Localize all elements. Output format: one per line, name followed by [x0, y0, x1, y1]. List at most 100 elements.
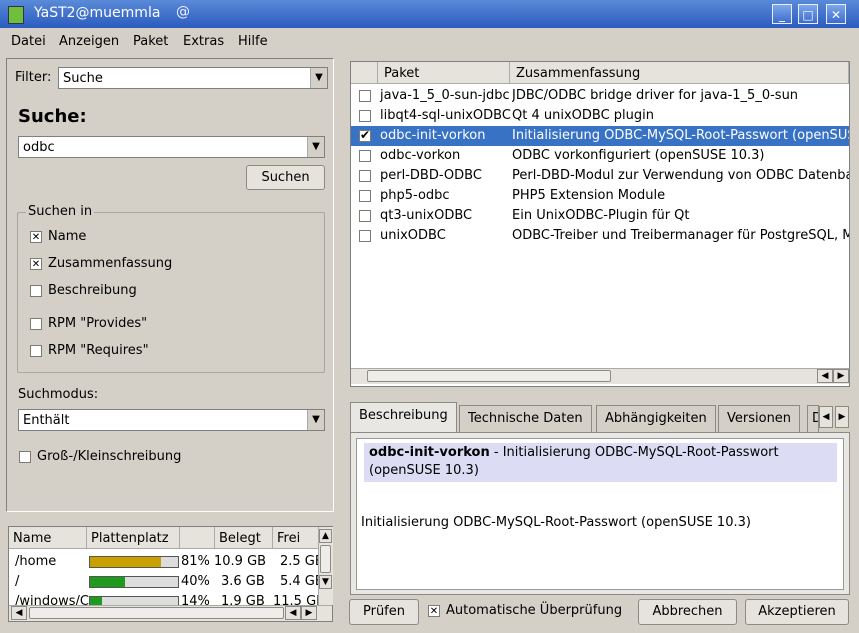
disk-header-blank — [180, 527, 215, 549]
disk-row-name: / — [15, 574, 20, 589]
package-checkbox[interactable] — [359, 150, 371, 162]
menu-paket[interactable]: Paket — [133, 34, 168, 49]
chevron-down-icon: ▼ — [307, 410, 324, 430]
checkbox-provides[interactable] — [30, 318, 42, 330]
package-summary: JDBC/ODBC bridge driver for java-1_5_0-s… — [512, 88, 799, 103]
disk-usage-bar — [89, 556, 179, 568]
scroll-up-icon[interactable]: ▲ — [319, 529, 332, 543]
package-name: java-1_5_0-sun-jdbc — [380, 88, 510, 103]
disk-scrollbar-v[interactable]: ▲ ▼ — [318, 527, 333, 605]
checkbox-description[interactable] — [30, 285, 42, 297]
scroll-left-icon[interactable]: ◀ — [11, 606, 27, 620]
package-checkbox[interactable] — [359, 110, 371, 122]
disk-header-free[interactable]: Frei — [273, 527, 319, 549]
package-row[interactable]: libqt4-sql-unixODBC Qt 4 unixODBC plugin — [351, 106, 849, 126]
menu-bar: Datei Anzeigen Paket Extras Hilfe — [0, 28, 859, 54]
auto-check-label: Automatische Überprüfung — [446, 603, 623, 618]
scroll-down-icon[interactable]: ▼ — [319, 575, 332, 589]
package-row[interactable]: php5-odbc PHP5 Extension Module — [351, 186, 849, 206]
window-title: YaST2@muemmla — [34, 5, 161, 21]
check-button[interactable]: Prüfen — [349, 599, 419, 625]
search-mode-select[interactable]: Enthält ▼ — [18, 409, 325, 431]
package-row[interactable]: odbc-vorkon ODBC vorkonfiguriert (openSUS… — [351, 146, 849, 166]
package-row[interactable]: unixODBC ODBC-Treiber und Treibermanager … — [351, 226, 849, 246]
search-button[interactable]: Suchen — [246, 165, 325, 190]
package-summary: Ein UnixODBC-Plugin für Qt — [512, 208, 690, 223]
menu-datei[interactable]: Datei — [11, 34, 46, 49]
search-mode-label: Suchmodus: — [18, 387, 99, 402]
checkbox-provides-label: RPM "Provides" — [48, 316, 148, 331]
checkbox-requires-label: RPM "Requires" — [48, 343, 149, 358]
tab-dependencies[interactable]: Abhängigkeiten — [596, 405, 716, 432]
scroll-left-icon[interactable]: ◀ — [817, 369, 833, 383]
description-short-cont: (openSUSE 10.3) — [369, 463, 479, 478]
chevron-down-icon: ▼ — [307, 137, 324, 157]
package-name: php5-odbc — [380, 188, 450, 203]
disk-usage-table: Name Plattenplatz Belegt Frei /home 81% … — [8, 526, 333, 622]
search-value: odbc — [23, 140, 55, 155]
scroll-left-icon[interactable]: ◀ — [285, 606, 301, 620]
scroll-thumb[interactable] — [367, 370, 611, 382]
package-checkbox[interactable] — [359, 90, 371, 102]
menu-extras[interactable]: Extras — [183, 34, 224, 49]
tab-description[interactable]: Beschreibung — [350, 402, 457, 434]
package-row[interactable]: odbc-init-vorkon Initialisierung ODBC-MyS… — [351, 126, 849, 146]
disk-header-used[interactable]: Belegt — [215, 527, 273, 549]
search-input[interactable]: odbc ▼ — [18, 136, 325, 158]
disk-header-space[interactable]: Plattenplatz — [87, 527, 180, 549]
package-checkbox[interactable] — [359, 128, 371, 142]
package-checkbox[interactable] — [359, 210, 371, 222]
package-row[interactable]: qt3-unixODBC Ein UnixODBC-Plugin für Qt — [351, 206, 849, 226]
pkg-header-status[interactable] — [351, 62, 378, 84]
package-checkbox[interactable] — [359, 230, 371, 242]
filter-select[interactable]: Suche ▼ — [58, 67, 328, 89]
case-sensitive-label: Groß-/Kleinschreibung — [37, 449, 182, 464]
description-summary: odbc-init-vorkon - Initialisierung ODBC-… — [369, 445, 779, 460]
checkbox-requires[interactable] — [30, 345, 42, 357]
package-summary: Initialisierung ODBC-MySQL-Root-Passwort… — [512, 128, 849, 143]
scroll-right-icon[interactable]: ▶ — [833, 369, 849, 383]
auto-check-checkbox[interactable] — [428, 605, 440, 617]
checkbox-case-sensitive[interactable] — [19, 451, 31, 463]
minimize-button[interactable]: _ — [772, 4, 792, 24]
package-scrollbar-h[interactable]: ◀ ▶ — [351, 368, 849, 384]
package-row[interactable]: java-1_5_0-sun-jdbc JDBC/ODBC bridge driv… — [351, 86, 849, 106]
tab-scroll-left-icon[interactable]: ◀ — [819, 406, 833, 428]
close-button[interactable]: ✕ — [826, 4, 846, 24]
cancel-button[interactable]: Abbrechen — [638, 599, 737, 625]
tab-scroll-right-icon[interactable]: ▶ — [835, 406, 849, 428]
disk-row-name: /home — [15, 554, 57, 569]
menu-hilfe[interactable]: Hilfe — [238, 34, 268, 49]
menu-anzeigen[interactable]: Anzeigen — [59, 34, 119, 49]
scroll-thumb[interactable] — [29, 607, 284, 619]
tab-technical-data[interactable]: Technische Daten — [459, 405, 592, 432]
package-name: unixODBC — [380, 228, 446, 243]
package-name: odbc-init-vorkon — [380, 128, 486, 143]
spiral-icon: @ — [176, 4, 190, 20]
filter-value: Suche — [63, 71, 103, 86]
disk-scrollbar-h[interactable]: ◀ ◀ ▶ — [9, 605, 332, 621]
scroll-thumb[interactable] — [320, 545, 331, 573]
checkbox-description-label: Beschreibung — [48, 283, 137, 298]
package-checkbox[interactable] — [359, 190, 371, 202]
tab-versions[interactable]: Versionen — [718, 405, 801, 432]
pkg-header-summary[interactable]: Zusammenfassung — [510, 62, 849, 84]
disk-row-percent: 40% — [181, 574, 210, 589]
package-row[interactable]: perl-DBD-ODBC Perl-DBD-Modul zur Verwendu… — [351, 166, 849, 186]
maximize-button[interactable]: □ — [798, 4, 818, 24]
pkg-header-package[interactable]: Paket — [378, 62, 510, 84]
disk-row-percent: 81% — [181, 554, 210, 569]
package-name: qt3-unixODBC — [380, 208, 473, 223]
tab-more[interactable]: D — [807, 405, 819, 432]
checkbox-summary[interactable] — [30, 258, 42, 270]
package-name: odbc-vorkon — [380, 148, 461, 163]
package-checkbox[interactable] — [359, 170, 371, 182]
accept-button[interactable]: Akzeptieren — [745, 599, 849, 625]
disk-header-name[interactable]: Name — [9, 527, 87, 549]
package-summary: PHP5 Extension Module — [512, 188, 666, 203]
search-heading: Suche: — [18, 106, 87, 127]
chevron-down-icon: ▼ — [310, 68, 327, 88]
description-long: Initialisierung ODBC-MySQL-Root-Passwort… — [361, 515, 751, 530]
checkbox-name[interactable] — [30, 231, 42, 243]
scroll-right-icon[interactable]: ▶ — [301, 606, 317, 620]
